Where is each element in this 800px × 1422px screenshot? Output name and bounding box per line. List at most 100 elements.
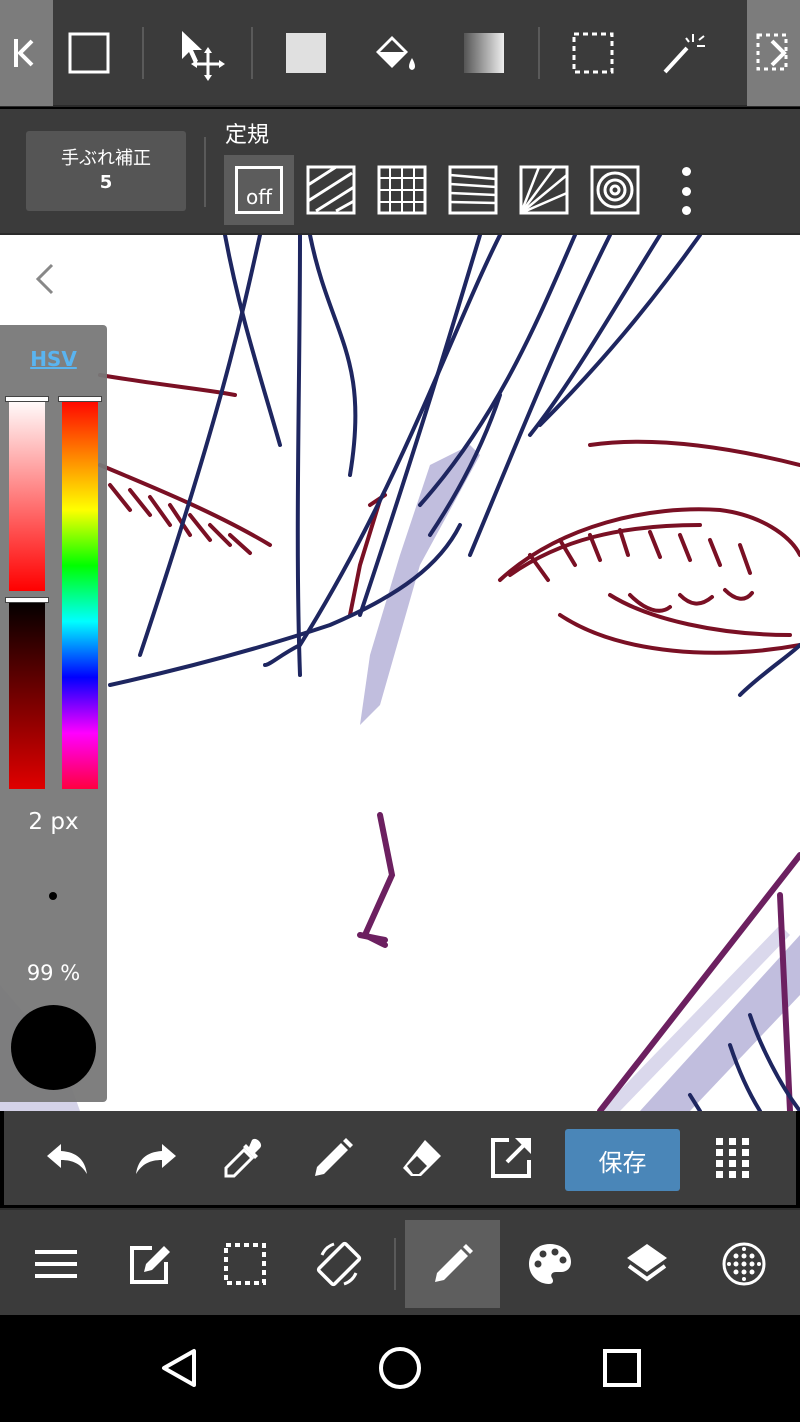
edit-square-icon <box>129 1246 170 1284</box>
stabilizer-label: 手ぶれ補正 <box>61 148 151 169</box>
ruler-off-label: off <box>235 166 283 214</box>
palette-icon <box>528 1244 571 1284</box>
pencil-icon <box>315 1138 353 1176</box>
main-toolbar <box>0 1208 800 1315</box>
slider-handle[interactable] <box>5 396 49 402</box>
layers-icon <box>626 1244 667 1282</box>
grid-icon <box>377 165 427 215</box>
ruler-grid-button[interactable] <box>367 155 437 225</box>
edit-button[interactable] <box>102 1220 197 1308</box>
nav-recents-button[interactable] <box>582 1335 662 1401</box>
external-link-icon <box>491 1138 531 1178</box>
nav-back-button[interactable] <box>139 1335 219 1401</box>
menu-button[interactable] <box>8 1220 103 1308</box>
radial-lines-icon <box>519 165 569 215</box>
value-slider[interactable] <box>5 597 49 789</box>
magic-wand-icon <box>663 34 705 74</box>
nav-home-button[interactable] <box>360 1335 440 1401</box>
ruler-off-button[interactable]: off <box>224 155 294 225</box>
undo-icon <box>47 1144 87 1174</box>
system-nav-bar <box>0 1315 800 1422</box>
parallel-lines-icon <box>306 165 356 215</box>
toolbar-divider <box>538 27 540 79</box>
dots-grid-icon <box>716 1138 749 1178</box>
top-toolbar <box>0 0 800 107</box>
ruler-more-button[interactable] <box>672 167 700 215</box>
brush-tool-button[interactable] <box>405 1220 500 1308</box>
color-mode-link[interactable]: HSV <box>0 347 107 371</box>
toolbar-divider <box>251 27 253 79</box>
collapse-panel-button[interactable] <box>25 257 65 301</box>
toolbar-divider <box>142 27 144 79</box>
canvas-artwork <box>0 235 800 1111</box>
square-outline-icon <box>68 32 110 74</box>
hamburger-menu-icon <box>34 1250 77 1278</box>
ruler-bar: 手ぶれ補正 5 定規 off <box>0 109 800 235</box>
save-button[interactable]: 保存 <box>565 1129 680 1191</box>
eyedropper-button[interactable] <box>211 1125 277 1191</box>
dashed-select-icon <box>572 32 614 74</box>
dashed-select-icon <box>223 1243 266 1285</box>
eraser-button[interactable] <box>389 1125 455 1191</box>
color-panel: HSV 2 px 99 % <box>0 325 107 1102</box>
home-circle-icon <box>379 1347 421 1389</box>
move-arrow-icon <box>182 31 225 81</box>
more-dot-icon <box>681 206 691 215</box>
pen-button[interactable] <box>300 1125 366 1191</box>
redo-button[interactable] <box>123 1125 189 1191</box>
tool-gradient[interactable] <box>448 14 520 92</box>
brush-size-label[interactable]: 2 px <box>0 809 107 835</box>
more-dot-icon <box>681 167 691 176</box>
pencil-icon <box>434 1244 473 1282</box>
gradient-icon <box>464 33 504 73</box>
screen-rotation-icon <box>316 1241 361 1287</box>
chevron-left-icon <box>35 263 54 295</box>
recents-square-icon <box>603 1349 641 1387</box>
material-button[interactable] <box>696 1220 791 1308</box>
stabilizer-value: 5 <box>99 172 113 193</box>
color-palette-button[interactable] <box>502 1220 597 1308</box>
saturation-slider[interactable] <box>5 396 49 591</box>
concentric-circle-icon <box>590 165 640 215</box>
tool-move[interactable] <box>162 14 234 92</box>
tone-dots-icon <box>722 1242 765 1286</box>
current-color-swatch[interactable] <box>11 1005 96 1090</box>
rotate-canvas-button[interactable] <box>291 1220 386 1308</box>
action-bar: 保存 <box>4 1111 796 1205</box>
opacity-label[interactable]: 99 % <box>0 961 107 985</box>
ruler-title: 定規 <box>225 123 270 148</box>
drawing-canvas[interactable] <box>0 235 800 1111</box>
slider-handle[interactable] <box>58 396 102 402</box>
export-button[interactable] <box>478 1125 544 1191</box>
ruler-parallel-button[interactable] <box>296 155 366 225</box>
eyedropper-icon <box>224 1138 262 1178</box>
hue-slider[interactable] <box>58 396 102 789</box>
toolbar-scroll-left-button[interactable] <box>0 0 53 106</box>
more-grid-button[interactable] <box>700 1125 766 1191</box>
ruler-divider <box>204 137 206 207</box>
brush-size-preview <box>49 892 57 900</box>
eraser-icon <box>403 1140 441 1176</box>
perspective-lines-icon <box>448 165 498 215</box>
chevron-left-icon <box>13 39 33 67</box>
paint-bucket-icon <box>376 36 415 70</box>
selection-button[interactable] <box>197 1220 292 1308</box>
tool-rectangle[interactable] <box>53 14 125 92</box>
ruler-perspective-button[interactable] <box>438 155 508 225</box>
tool-magic-wand[interactable] <box>646 14 718 92</box>
slider-handle[interactable] <box>5 597 49 603</box>
tool-select[interactable] <box>557 14 629 92</box>
stabilizer-button[interactable]: 手ぶれ補正 5 <box>26 131 186 211</box>
ruler-concentric-button[interactable] <box>580 155 650 225</box>
toolbar-scroll-right-button[interactable] <box>747 0 800 106</box>
tool-fill-rect[interactable] <box>270 14 342 92</box>
undo-button[interactable] <box>34 1125 100 1191</box>
redo-icon <box>136 1144 176 1174</box>
more-dot-icon <box>681 186 691 196</box>
layers-button[interactable] <box>599 1220 694 1308</box>
tool-bucket[interactable] <box>359 14 431 92</box>
select-pen-chevron-icon <box>756 33 787 71</box>
back-triangle-icon <box>162 1349 196 1387</box>
ruler-radial-button[interactable] <box>509 155 579 225</box>
main-toolbar-divider <box>394 1238 396 1290</box>
